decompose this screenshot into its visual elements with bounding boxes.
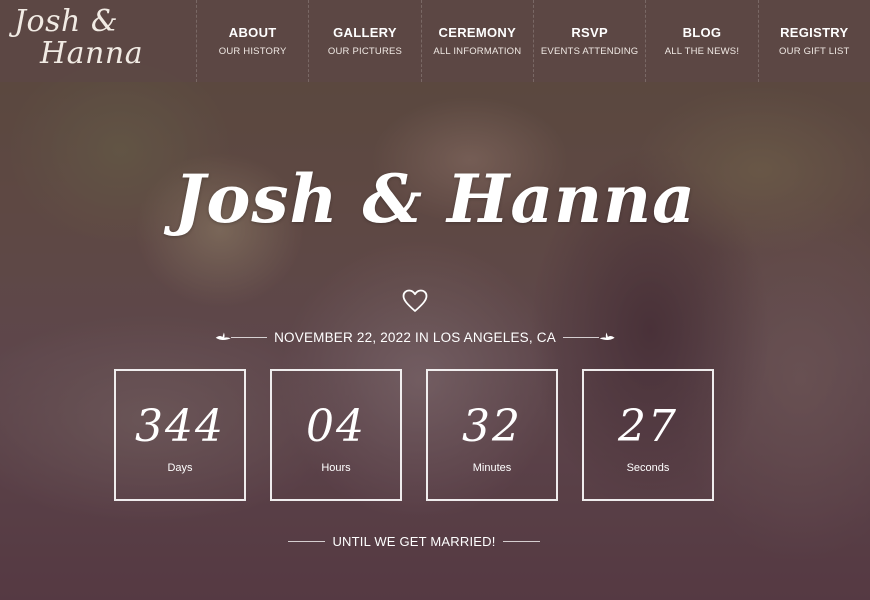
nav-label: REGISTRY xyxy=(780,25,849,40)
wedding-date-row: NOVEMBER 22, 2022 IN LOS ANGELES, CA xyxy=(215,324,615,350)
countdown-hours: 04 Hours xyxy=(270,369,402,501)
nav-sublabel: OUR HISTORY xyxy=(218,46,287,57)
logo-line-2: Hanna xyxy=(40,36,144,71)
nav-sublabel: OUR GIFT LIST xyxy=(779,46,850,57)
nav-item-gallery[interactable]: GALLERY OUR PICTURES xyxy=(308,0,420,82)
main-nav: ABOUT OUR HISTORY GALLERY OUR PICTURES C… xyxy=(196,0,870,82)
countdown-unit-label: Seconds xyxy=(626,462,670,474)
nav-label: BLOG xyxy=(682,25,722,40)
nav-item-rsvp[interactable]: RSVP EVENTS ATTENDING xyxy=(532,0,645,82)
countdown-value: 04 xyxy=(306,401,366,452)
countdown-timer: 344 Days 04 Hours 32 Minutes 27 Seconds xyxy=(114,369,714,501)
nav-item-about[interactable]: ABOUT OUR HISTORY xyxy=(196,0,308,82)
nav-label: CEREMONY xyxy=(438,25,517,40)
countdown-value: 27 xyxy=(618,401,678,452)
nav-sublabel: EVENTS ATTENDING xyxy=(540,46,639,57)
countdown-value: 344 xyxy=(135,401,225,452)
countdown-unit-label: Minutes xyxy=(472,462,512,474)
wedding-date-text: NOVEMBER 22, 2022 IN LOS ANGELES, CA xyxy=(274,329,556,345)
nav-item-registry[interactable]: REGISTRY OUR GIFT LIST xyxy=(757,0,870,82)
countdown-value: 32 xyxy=(462,401,522,452)
nav-label: RSVP xyxy=(571,25,608,40)
couple-title: Josh & Hanna xyxy=(174,160,696,238)
countdown-unit-label: Hours xyxy=(321,462,351,474)
site-logo[interactable]: Josh & Hanna xyxy=(0,0,196,82)
nav-item-ceremony[interactable]: CEREMONY ALL INFORMATION xyxy=(420,0,533,82)
divider-line xyxy=(288,540,326,542)
nav-sublabel: ALL THE NEWS! xyxy=(664,46,740,57)
nav-sublabel: ALL INFORMATION xyxy=(433,46,522,57)
top-navbar: Josh & Hanna ABOUT OUR HISTORY GALLERY O… xyxy=(0,0,870,82)
divider-line xyxy=(562,336,599,338)
countdown-unit-label: Days xyxy=(167,462,193,474)
countdown-seconds: 27 Seconds xyxy=(582,369,714,501)
hero-overlay xyxy=(0,0,870,600)
dove-icon xyxy=(215,332,231,340)
dove-icon xyxy=(599,332,615,340)
countdown-days: 344 Days xyxy=(114,369,246,501)
divider-line xyxy=(231,336,268,338)
nav-sublabel: OUR PICTURES xyxy=(327,46,403,57)
nav-item-blog[interactable]: BLOG ALL THE NEWS! xyxy=(645,0,757,82)
countdown-minutes: 32 Minutes xyxy=(426,369,558,501)
nav-label: GALLERY xyxy=(333,25,397,40)
nav-label: ABOUT xyxy=(228,25,277,40)
tagline-row: UNTIL WE GET MARRIED! xyxy=(288,530,540,552)
logo-line-1: Josh & xyxy=(14,4,119,39)
heart-outline-icon xyxy=(402,289,428,312)
tagline-text: UNTIL WE GET MARRIED! xyxy=(332,533,496,549)
divider-line xyxy=(502,540,540,542)
